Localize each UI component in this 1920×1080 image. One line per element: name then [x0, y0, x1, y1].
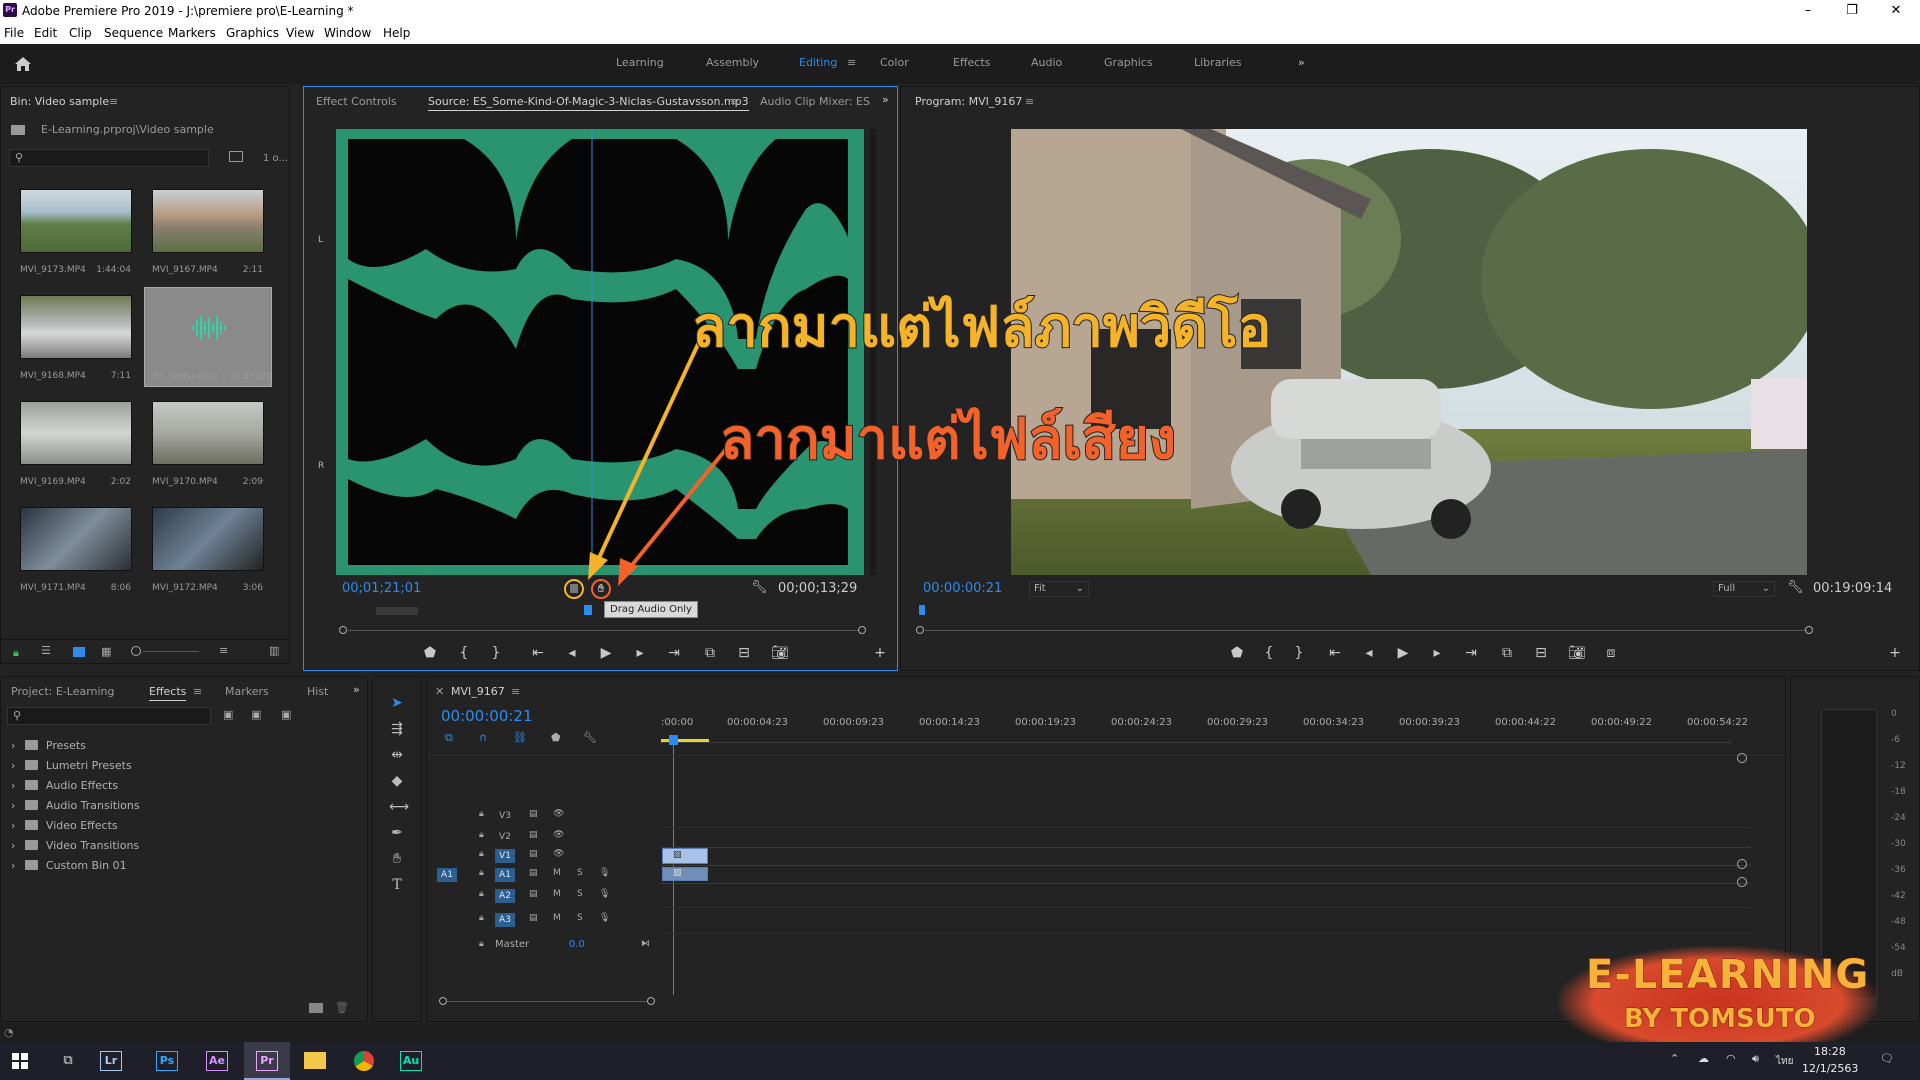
chrome-icon[interactable] — [354, 1051, 374, 1071]
clock-time[interactable]: 18:28 — [1814, 1045, 1846, 1058]
brand-subtitle: BY TOMSUTO — [1624, 1004, 1817, 1035]
brand-title: E-LEARNING — [1585, 952, 1870, 999]
onedrive-icon[interactable]: ☁︎ — [1698, 1052, 1709, 1065]
premiere-icon: Pr — [256, 1051, 278, 1071]
volume-icon[interactable]: 🔊︎ — [1752, 1052, 1759, 1066]
tray-chevron-icon[interactable]: ⌃ — [1670, 1052, 1679, 1065]
task-view-icon[interactable]: ⧉ — [50, 1046, 86, 1076]
notifications-icon[interactable]: 🗨︎ — [1880, 1052, 1894, 1065]
file-explorer-icon[interactable] — [304, 1052, 326, 1069]
photoshop-icon[interactable]: Ps — [156, 1051, 178, 1071]
wifi-icon[interactable]: ◠ — [1726, 1052, 1736, 1065]
premiere-taskbar-active[interactable]: Pr — [244, 1042, 290, 1080]
annotation-arrows — [588, 339, 737, 586]
after-effects-icon[interactable]: Ae — [206, 1051, 228, 1071]
clock-date[interactable]: 12/1/2563 — [1802, 1062, 1858, 1075]
annotation-audio-text: ลากมาแต่ไฟล์เสียง — [719, 406, 1177, 473]
windows-start-icon[interactable] — [12, 1053, 28, 1069]
annotation-video-text: ลากมาแต่ไฟล์ภาพวิดีโอ — [691, 294, 1272, 361]
windows-taskbar: ⧉ Lr Ps Ae Pr Au ⌃ ☁︎ ◠ 🔊︎ ไทย 18:28 12/… — [0, 1042, 1920, 1080]
input-language[interactable]: ไทย — [1776, 1054, 1793, 1069]
lightroom-icon[interactable]: Lr — [100, 1051, 122, 1071]
audition-icon[interactable]: Au — [400, 1051, 422, 1071]
